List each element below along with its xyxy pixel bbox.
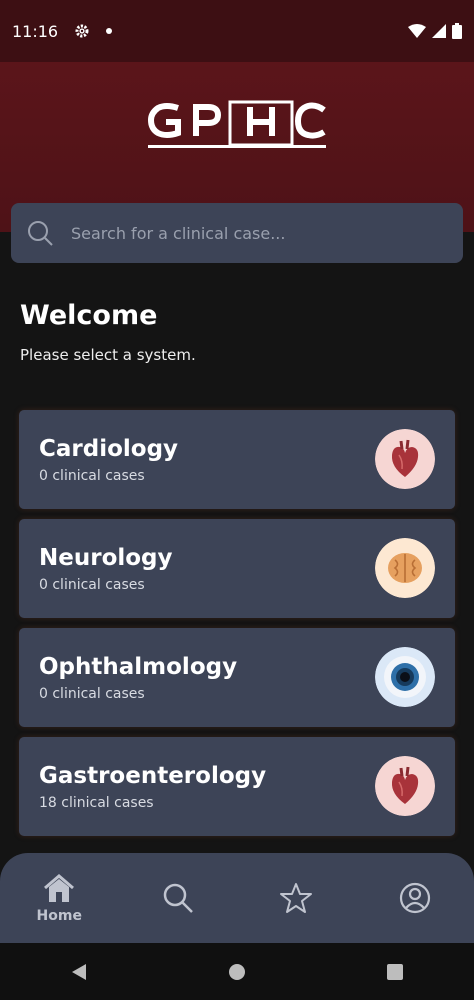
- welcome-subtitle: Please select a system.: [20, 346, 196, 364]
- heart-icon: [375, 429, 435, 489]
- nav-home-label: Home: [36, 908, 82, 924]
- system-card-gastroenterology[interactable]: Gastroenterology 18 clinical cases: [19, 737, 455, 836]
- search-icon: [28, 221, 53, 246]
- system-card-title: Cardiology: [39, 436, 179, 462]
- heart-icon: [375, 756, 435, 816]
- search-icon: [163, 883, 193, 913]
- star-icon: [280, 883, 313, 913]
- search-input[interactable]: [71, 223, 463, 243]
- nav-home[interactable]: Home: [19, 872, 99, 924]
- nav-favorites[interactable]: [256, 881, 336, 915]
- system-card-title: Ophthalmology: [39, 654, 238, 680]
- notification-dot-icon: [106, 28, 113, 34]
- home-icon: [44, 874, 75, 902]
- status-time: 11:16: [12, 21, 59, 41]
- system-card-title: Gastroenterology: [39, 763, 267, 789]
- recents-icon[interactable]: [386, 963, 404, 981]
- system-card-neurology[interactable]: Neurology 0 clinical cases: [19, 519, 455, 618]
- status-bar: 11:16: [0, 0, 474, 62]
- home-circle-icon[interactable]: [228, 963, 246, 981]
- system-list: Cardiology 0 clinical cases Neurology 0 …: [19, 410, 455, 846]
- system-card-count: 0 clinical cases: [39, 686, 145, 702]
- system-card-title: Neurology: [39, 545, 173, 571]
- signal-icon: [432, 24, 446, 38]
- gear-icon: [75, 24, 89, 38]
- system-card-cardiology[interactable]: Cardiology 0 clinical cases: [19, 410, 455, 509]
- nav-search[interactable]: [138, 881, 218, 915]
- battery-icon: [452, 23, 462, 39]
- bottom-nav: Home: [0, 853, 474, 943]
- welcome-title: Welcome: [20, 300, 158, 331]
- back-icon[interactable]: [70, 963, 88, 981]
- gphc-logo: [148, 100, 326, 148]
- system-nav-bar: [0, 943, 474, 1000]
- profile-icon: [399, 882, 430, 914]
- system-card-count: 18 clinical cases: [39, 795, 154, 811]
- system-card-count: 0 clinical cases: [39, 468, 145, 484]
- system-card-count: 0 clinical cases: [39, 577, 145, 593]
- wifi-icon: [408, 24, 426, 38]
- brain-icon: [375, 538, 435, 598]
- search-bar[interactable]: [11, 203, 463, 263]
- nav-profile[interactable]: [375, 881, 455, 915]
- system-card-ophthalmology[interactable]: Ophthalmology 0 clinical cases: [19, 628, 455, 727]
- eye-icon: [375, 647, 435, 707]
